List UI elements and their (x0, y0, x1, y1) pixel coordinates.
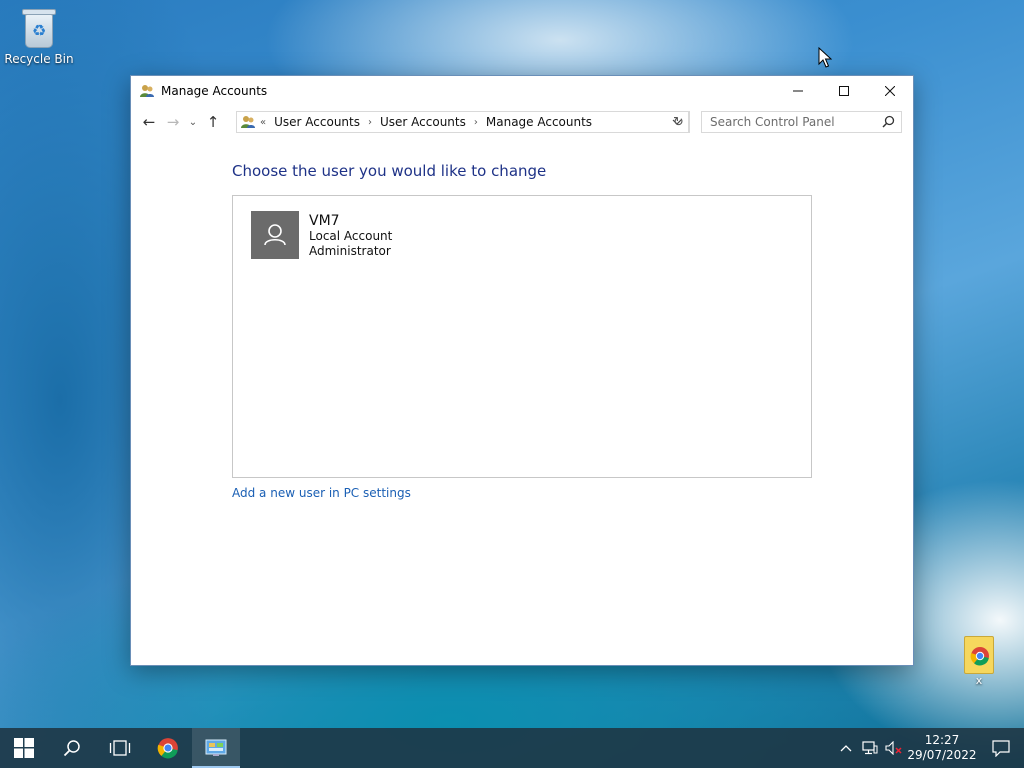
clock-time: 12:27 (924, 733, 960, 747)
chrome-shortcut-desktop-icon[interactable]: x (956, 636, 1002, 687)
page-heading: Choose the user you would like to change (232, 162, 547, 180)
forward-arrow-icon: → (166, 113, 180, 131)
add-new-user-link[interactable]: Add a new user in PC settings (232, 486, 411, 500)
notification-icon (992, 739, 1010, 757)
mouse-cursor-icon (818, 47, 832, 68)
clock-date: 29/07/2022 (907, 748, 977, 762)
control-panel-icon (205, 739, 227, 756)
volume-button[interactable] (882, 728, 906, 768)
chrome-file-icon (964, 636, 994, 674)
network-button[interactable] (858, 728, 882, 768)
maximize-button[interactable] (821, 76, 867, 105)
breadcrumb-separator-icon[interactable]: › (368, 117, 372, 128)
close-button[interactable] (867, 76, 913, 105)
up-button[interactable]: ↑ (201, 110, 225, 134)
network-icon (862, 741, 878, 755)
minimize-button[interactable] (775, 76, 821, 105)
address-bar[interactable]: « User Accounts › User Accounts › Manage… (236, 111, 689, 133)
breadcrumb-overflow[interactable]: « (260, 117, 266, 128)
start-button[interactable] (0, 728, 48, 768)
user-role: Administrator (309, 244, 391, 258)
refresh-button[interactable]: ↻ (668, 111, 690, 133)
clock[interactable]: 12:27 29/07/2022 (906, 733, 978, 763)
refresh-icon: ↻ (673, 114, 684, 130)
user-account-type: Local Account (309, 229, 393, 243)
forward-button[interactable]: → (161, 110, 185, 134)
search-icon (63, 740, 80, 757)
user-account-tile[interactable]: VM7 Local Account Administrator (251, 211, 392, 259)
search-input[interactable]: Search Control Panel (701, 111, 902, 133)
chrome-shortcut-label: x (975, 674, 983, 687)
windows-logo-icon (14, 738, 34, 758)
breadcrumb-separator-icon[interactable]: › (474, 117, 478, 128)
main-content: Choose the user you would like to change… (131, 138, 913, 665)
control-panel-icon (240, 114, 256, 130)
user-info: VM7 Local Account Administrator (309, 213, 392, 259)
user-list: VM7 Local Account Administrator (232, 195, 812, 478)
recycle-bin-icon: ♻ (21, 6, 57, 50)
chrome-taskbar-button[interactable] (144, 728, 192, 768)
show-hidden-icons-button[interactable] (834, 728, 858, 768)
breadcrumb-user-accounts-2[interactable]: User Accounts (380, 115, 466, 129)
window-controls (775, 76, 913, 105)
window-title: Manage Accounts (161, 84, 268, 98)
up-arrow-icon: ↑ (206, 113, 220, 131)
search-icon (882, 115, 895, 128)
task-view-button[interactable] (96, 728, 144, 768)
back-arrow-icon: ← (142, 113, 156, 131)
minimize-icon (793, 90, 803, 91)
volume-muted-icon (885, 741, 902, 755)
chevron-up-icon (840, 745, 852, 752)
taskbar: 12:27 29/07/2022 (0, 728, 1024, 768)
control-panel-taskbar-button[interactable] (192, 728, 240, 768)
search-taskbar-button[interactable] (48, 728, 96, 768)
title-bar[interactable]: Manage Accounts (131, 76, 913, 106)
back-button[interactable]: ← (137, 110, 161, 134)
user-accounts-icon (139, 83, 155, 99)
recycle-bin-label: Recycle Bin (4, 52, 74, 66)
breadcrumb-manage-accounts[interactable]: Manage Accounts (486, 115, 592, 129)
breadcrumb-user-accounts-1[interactable]: User Accounts (274, 115, 360, 129)
maximize-icon (839, 85, 849, 96)
close-icon (885, 85, 895, 96)
action-center-button[interactable] (978, 728, 1024, 768)
search-placeholder: Search Control Panel (710, 115, 835, 129)
navigation-bar: ← → ⌄ ↑ « User Accounts › User Accounts (131, 106, 913, 138)
chrome-icon (157, 738, 178, 759)
task-view-icon (109, 740, 131, 756)
user-avatar-icon (251, 211, 299, 259)
recycle-bin-desktop-icon[interactable]: ♻ Recycle Bin (1, 6, 77, 66)
manage-accounts-window: Manage Accounts ← → ⌄ ↑ « User Accounts … (130, 75, 914, 666)
recent-locations-button[interactable]: ⌄ (185, 110, 201, 134)
chevron-down-icon: ⌄ (188, 116, 198, 128)
system-tray: 12:27 29/07/2022 (834, 728, 1024, 768)
user-name: VM7 (309, 213, 340, 229)
